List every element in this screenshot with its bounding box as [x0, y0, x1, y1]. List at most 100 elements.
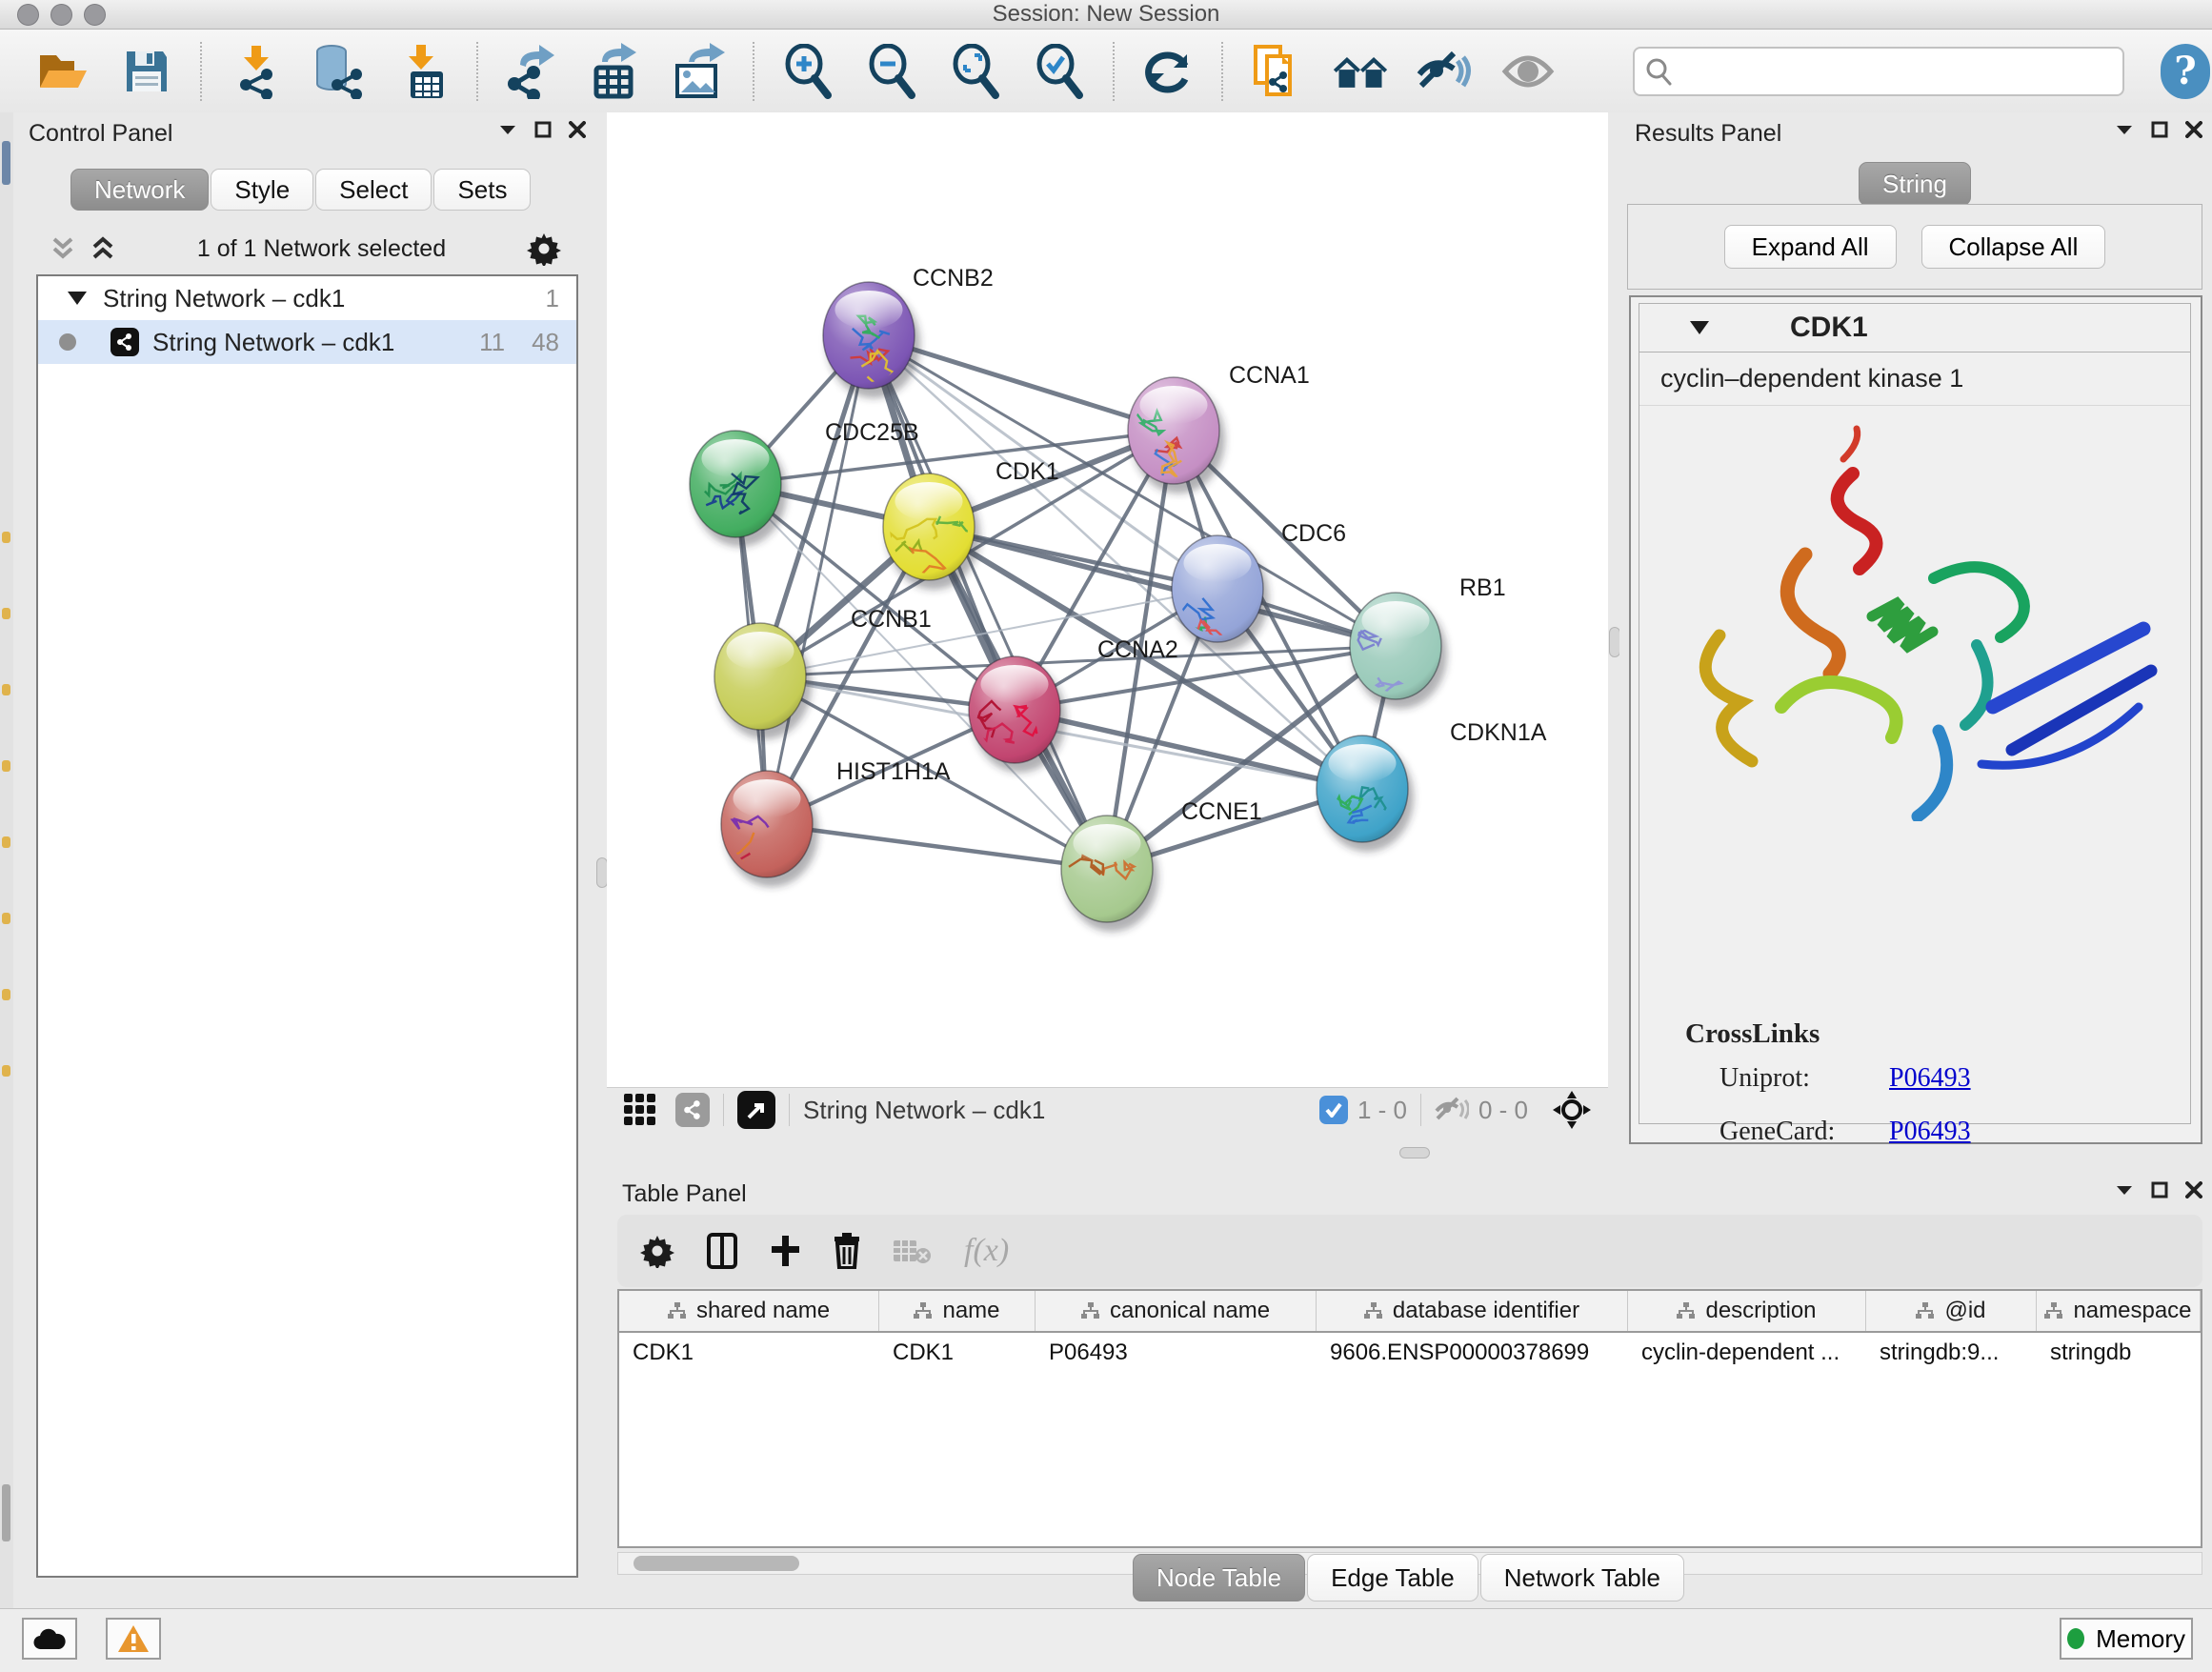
panel-menu-icon[interactable] [498, 123, 517, 136]
collapse-all-networks-icon[interactable] [50, 236, 76, 261]
left-splitter[interactable] [595, 112, 607, 1608]
column-header-namespace[interactable]: namespace [2037, 1291, 2201, 1331]
clone-network-view-button[interactable] [1248, 43, 1305, 100]
table-cell[interactable]: CDK1 [879, 1333, 1036, 1373]
string-view-icon[interactable] [675, 1093, 710, 1127]
table-panel-title: Table Panel [622, 1180, 747, 1208]
network-node-ccne1[interactable]: CCNE1 [1061, 798, 1262, 932]
table-cell[interactable]: CDK1 [619, 1333, 879, 1373]
network-canvas[interactable]: CCNB2CCNA1CDC25BCDK1CDC6RB1CCNB1CCNA2CDK… [607, 112, 1608, 1087]
network-graph[interactable]: CCNB2CCNA1CDC25BCDK1CDC6RB1CCNB1CCNA2CDK… [607, 112, 1608, 1087]
tab-node-table[interactable]: Node Table [1133, 1554, 1305, 1601]
search-box[interactable] [1633, 47, 2124, 96]
table-cell[interactable]: 9606.ENSP00000378699 [1317, 1333, 1628, 1373]
column-header-id[interactable]: @id [1866, 1291, 2037, 1331]
collapse-all-button[interactable]: Collapse All [1921, 225, 2106, 269]
export-network-button[interactable] [503, 43, 560, 100]
expand-all-networks-icon[interactable] [90, 236, 116, 261]
table-row[interactable]: CDK1CDK1P064939606.ENSP00000378699cyclin… [619, 1333, 2201, 1373]
table-options-gear-icon[interactable] [640, 1234, 674, 1268]
panel-float-icon[interactable] [534, 121, 552, 138]
tab-edge-table[interactable]: Edge Table [1307, 1554, 1478, 1601]
toolbar-separator [200, 42, 202, 101]
table-cell[interactable]: cyclin-dependent ... [1628, 1333, 1866, 1373]
table-cell[interactable]: stringdb:9... [1866, 1333, 2037, 1373]
tab-network-table[interactable]: Network Table [1480, 1554, 1684, 1601]
add-column-icon[interactable] [770, 1234, 800, 1268]
node-table[interactable]: shared name namecanonical namedatabase id… [617, 1289, 2202, 1548]
grid-view-icon[interactable] [624, 1094, 656, 1126]
home-view-button[interactable] [1332, 43, 1389, 100]
delete-column-icon[interactable] [833, 1233, 861, 1269]
column-header-description[interactable]: description [1628, 1291, 1866, 1331]
column-header-label: shared name [696, 1298, 830, 1324]
export-image-button[interactable] [671, 43, 728, 100]
show-columns-icon[interactable] [707, 1233, 737, 1269]
tab-sets[interactable]: Sets [433, 169, 531, 211]
help-button[interactable]: ? [2161, 44, 2210, 99]
network-edge[interactable] [869, 335, 1107, 869]
hide-selected-icon-button[interactable] [1416, 43, 1473, 100]
tab-select[interactable]: Select [315, 169, 432, 211]
memory-button[interactable]: Memory [2060, 1618, 2193, 1660]
export-table-button[interactable] [587, 43, 644, 100]
crosslink-value-link[interactable]: P06493 [1889, 1117, 1971, 1147]
hidden-eye-slash-icon[interactable] [1435, 1096, 1469, 1124]
right-splitter[interactable] [1608, 112, 1619, 1173]
panel-float-icon[interactable] [2151, 1181, 2168, 1199]
open-session-button[interactable] [34, 43, 91, 100]
network-collection-row[interactable]: String Network – cdk1 1 [38, 276, 576, 320]
panel-close-icon[interactable] [569, 121, 586, 138]
panel-menu-icon[interactable] [2115, 123, 2134, 136]
zoom-out-button[interactable] [863, 43, 920, 100]
tab-style[interactable]: Style [211, 169, 313, 211]
column-header-database-identifier[interactable]: database identifier [1317, 1291, 1628, 1331]
tab-string[interactable]: String [1859, 162, 1971, 206]
tab-network[interactable]: Network [70, 169, 209, 211]
panel-menu-icon[interactable] [2115, 1183, 2134, 1197]
import-network-file-button[interactable] [227, 43, 284, 100]
panel-close-icon[interactable] [2185, 1181, 2202, 1199]
warnings-button[interactable] [106, 1618, 161, 1660]
network-node-cdkn1a[interactable]: CDKN1A [1317, 719, 1547, 852]
section-collapse-icon[interactable] [1689, 320, 1710, 335]
zoom-fit-content-button[interactable] [947, 43, 1004, 100]
column-header-shared-name[interactable]: shared name [619, 1291, 879, 1331]
crosslink-row: GeneCard:P06493 [1719, 1117, 2190, 1147]
network-node-cdk1[interactable]: CDK1 [876, 458, 1058, 590]
apply-layout-button[interactable] [1139, 43, 1196, 100]
import-table-file-button[interactable] [394, 43, 452, 100]
search-input[interactable] [1673, 57, 2113, 86]
cloud-status-button[interactable] [22, 1618, 77, 1660]
network-node-cdc6[interactable]: CDC6 [1167, 520, 1346, 652]
network-node-rb1[interactable]: RB1 [1350, 574, 1506, 718]
protein-structure-image [1648, 421, 2182, 821]
import-network-database-button[interactable] [311, 43, 368, 100]
column-header-canonical-name[interactable]: canonical name [1036, 1291, 1317, 1331]
crosslink-value-link[interactable]: P06493 [1889, 1063, 1971, 1094]
network-node-ccna2[interactable]: CCNA2 [969, 636, 1178, 773]
save-session-button[interactable] [118, 43, 175, 100]
zoom-in-button[interactable] [779, 43, 836, 100]
show-hidden-icon-button[interactable] [1499, 43, 1557, 100]
expand-all-button[interactable]: Expand All [1724, 225, 1897, 269]
network-options-gear-icon[interactable] [527, 232, 561, 266]
panel-float-icon[interactable] [2151, 121, 2168, 138]
collection-expand-icon[interactable] [67, 291, 88, 306]
results-panel: Results Panel String Expand All Collapse… [1619, 112, 2212, 1173]
network-node-hist1h1a[interactable]: HIST1H1A [721, 758, 951, 888]
column-header-name[interactable]: name [879, 1291, 1036, 1331]
horizontal-splitter-handle[interactable] [1399, 1147, 1430, 1158]
node-label: CDKN1A [1450, 719, 1547, 746]
panel-close-icon[interactable] [2185, 121, 2202, 138]
network-row-selected[interactable]: String Network – cdk1 11 48 [38, 320, 576, 364]
network-node-ccnb2[interactable]: CCNB2 [823, 265, 994, 398]
hidden-node-edge-counts: 0 - 0 [1478, 1096, 1528, 1125]
table-cell[interactable]: P06493 [1036, 1333, 1317, 1373]
detach-view-icon[interactable] [737, 1091, 775, 1129]
zoom-selected-button[interactable] [1031, 43, 1088, 100]
table-cell[interactable]: stringdb [2037, 1333, 2201, 1373]
selected-checkbox-icon[interactable] [1319, 1096, 1348, 1124]
fit-selected-crosshair-icon[interactable] [1553, 1091, 1591, 1129]
crosslinks-heading: CrossLinks [1685, 1018, 2190, 1050]
